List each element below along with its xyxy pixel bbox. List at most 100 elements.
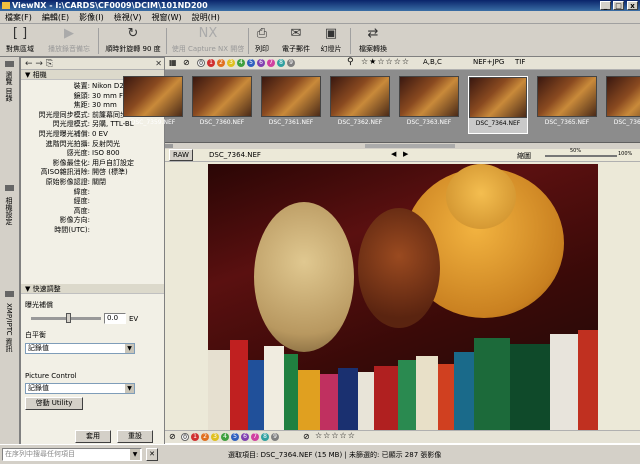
- rating-stars[interactable]: ☆☆☆☆☆: [315, 431, 356, 440]
- prev-image-icon[interactable]: ◀: [391, 150, 396, 158]
- info-value: [92, 188, 164, 198]
- close-button[interactable]: x: [627, 1, 638, 10]
- email-button[interactable]: ✉ 電子郵件: [278, 26, 314, 54]
- chevron-down-icon[interactable]: ▼: [130, 449, 140, 460]
- assign-label-8[interactable]: 8: [261, 433, 269, 441]
- thumbnail-image: [330, 76, 390, 117]
- tab-marker-icon: [5, 185, 14, 191]
- thumbnail[interactable]: DSC_7359.NEF: [123, 76, 183, 134]
- launch-utility-button[interactable]: 啓動 Utility: [25, 397, 83, 410]
- minimize-button[interactable]: _: [600, 1, 611, 10]
- play-voice-memo-button[interactable]: ▶ 播放錄音備忘: [44, 26, 94, 54]
- forward-icon[interactable]: →: [35, 59, 43, 69]
- focus-area-button[interactable]: [ ] 對焦區域: [2, 26, 38, 54]
- export-icon[interactable]: ⎘: [46, 59, 53, 69]
- slideshow-icon: ▣: [324, 26, 338, 41]
- thumbnail[interactable]: DSC_7366.NEF: [606, 76, 640, 134]
- filter-label-6[interactable]: 6: [257, 59, 265, 67]
- search-input[interactable]: 在序列中搜尋任何項目: [2, 448, 142, 461]
- filter-label-2[interactable]: 2: [217, 59, 225, 67]
- scroll-left-icon[interactable]: [165, 144, 173, 148]
- info-key: 鏡頭:: [73, 91, 90, 100]
- title-bar: ViewNX - I:\CARDS\CF0009\DCIM\101ND200 _…: [0, 0, 640, 11]
- maximize-button[interactable]: □: [613, 1, 624, 10]
- camera-info-row: 高ISO雜訊消除: 開啓 (標準): [21, 168, 164, 178]
- thumbnail[interactable]: DSC_7365.NEF: [537, 76, 597, 134]
- info-value: ISO 800: [92, 149, 120, 158]
- print-button[interactable]: ⎙ 列印: [250, 26, 274, 54]
- menu-view[interactable]: 檢視(V): [109, 12, 147, 23]
- quick-adjust-header[interactable]: ▼ 快速調整: [21, 284, 164, 294]
- tab-browse-folders[interactable]: 瀏覽 目錄: [4, 71, 14, 101]
- assign-label-5[interactable]: 5: [231, 433, 239, 441]
- format-filter[interactable]: NEF+JPG: [473, 58, 504, 66]
- thumbnail-image: [123, 76, 183, 117]
- assign-label-9[interactable]: 9: [271, 433, 279, 441]
- menu-help[interactable]: 說明(H): [187, 12, 225, 23]
- thumbnail[interactable]: DSC_7363.NEF: [399, 76, 459, 134]
- camera-info-row: 經度:: [21, 197, 164, 207]
- book: [320, 374, 338, 430]
- next-image-icon[interactable]: ▶: [403, 150, 408, 158]
- zoom-slider[interactable]: [545, 155, 617, 157]
- exposure-value-field[interactable]: 0.0: [104, 313, 126, 324]
- picture-control-select[interactable]: 記錄值 ▼: [25, 383, 135, 394]
- menu-bar: 檔案(F) 編輯(E) 影像(I) 檢視(V) 視窗(W) 說明(H): [0, 11, 640, 24]
- rotate-cw-button[interactable]: ↻ 順時針旋轉 90 度: [102, 26, 164, 54]
- assign-label-4[interactable]: 4: [221, 433, 229, 441]
- scroll-thumb[interactable]: [365, 144, 455, 148]
- book: [374, 366, 398, 430]
- back-icon[interactable]: ←: [25, 59, 33, 69]
- menu-edit[interactable]: 編輯(E): [37, 12, 74, 23]
- search-icon[interactable]: ⚲: [347, 57, 354, 67]
- exposure-slider-thumb[interactable]: [66, 313, 71, 323]
- assign-label-0[interactable]: 0: [181, 433, 189, 441]
- thumbnail[interactable]: DSC_7361.NEF: [261, 76, 321, 134]
- assign-label-6[interactable]: 6: [241, 433, 249, 441]
- panel-close-icon[interactable]: ✕: [155, 58, 162, 70]
- menu-window[interactable]: 視窗(W): [146, 12, 186, 23]
- rotate-icon: ↻: [127, 26, 139, 41]
- thumbnail[interactable]: DSC_7364.NEF: [468, 76, 528, 134]
- grid-icon[interactable]: ▦: [169, 58, 177, 67]
- assign-label-7[interactable]: 7: [251, 433, 259, 441]
- file-conversion-button[interactable]: ⇄ 檔案轉換: [354, 26, 392, 54]
- reset-button[interactable]: 重設: [117, 430, 153, 443]
- menu-file[interactable]: 檔案(F): [0, 12, 37, 23]
- assign-label-3[interactable]: 3: [211, 433, 219, 441]
- apply-button[interactable]: 套用: [75, 430, 111, 443]
- tab-camera-settings[interactable]: 相機設定: [4, 197, 14, 225]
- toolbar-divider: [166, 28, 167, 54]
- rating-filter[interactable]: ☆★☆☆☆☆: [361, 57, 410, 66]
- filter-label-7[interactable]: 7: [267, 59, 275, 67]
- thumbnail-filename: DSC_7360.NEF: [199, 119, 245, 126]
- thumbnail[interactable]: DSC_7360.NEF: [192, 76, 252, 134]
- filter-icon[interactable]: ⊘: [183, 58, 190, 67]
- filter-label-1[interactable]: 1: [207, 59, 215, 67]
- rating-clear-icon[interactable]: ⊘: [303, 432, 310, 441]
- filter-label-5[interactable]: 5: [247, 59, 255, 67]
- filter-label-3[interactable]: 3: [227, 59, 235, 67]
- tab-xmp-iptc[interactable]: XMP/IPTC 資訊: [4, 303, 14, 352]
- filter-label-0[interactable]: 0: [197, 59, 205, 67]
- tif-filter[interactable]: TIF: [515, 58, 525, 66]
- assign-label-2[interactable]: 2: [201, 433, 209, 441]
- clear-search-icon[interactable]: ✕: [146, 448, 158, 461]
- filter-label-4[interactable]: 4: [237, 59, 245, 67]
- assign-label-1[interactable]: 1: [191, 433, 199, 441]
- exposure-label: 曝光補償: [25, 301, 53, 309]
- toolbar: [ ] 對焦區域 ▶ 播放錄音備忘 ↻ 順時針旋轉 90 度 NX 使用 Cap…: [0, 24, 640, 57]
- slideshow-button[interactable]: ▣ 幻燈片: [316, 26, 346, 54]
- raw-button[interactable]: RAW: [169, 149, 193, 161]
- filter-label-8[interactable]: 8: [277, 59, 285, 67]
- thumbnail[interactable]: DSC_7362.NEF: [330, 76, 390, 134]
- filter-label-9[interactable]: 9: [287, 59, 295, 67]
- open-capture-nx-button[interactable]: NX 使用 Capture NX 開啓: [170, 26, 246, 54]
- camera-info-row: 影像方向:: [21, 216, 164, 226]
- menu-image[interactable]: 影像(I): [74, 12, 109, 23]
- white-balance-select[interactable]: 記錄值 ▼: [25, 343, 135, 354]
- info-key: 原始影像認證:: [45, 177, 90, 186]
- exposure-slider[interactable]: [31, 313, 101, 323]
- status-text: 選取項目: DSC_7364.NEF (15 MB) | 未篩選的: 已顯示 2…: [228, 451, 442, 459]
- sort-abc[interactable]: A,B,C: [423, 58, 442, 66]
